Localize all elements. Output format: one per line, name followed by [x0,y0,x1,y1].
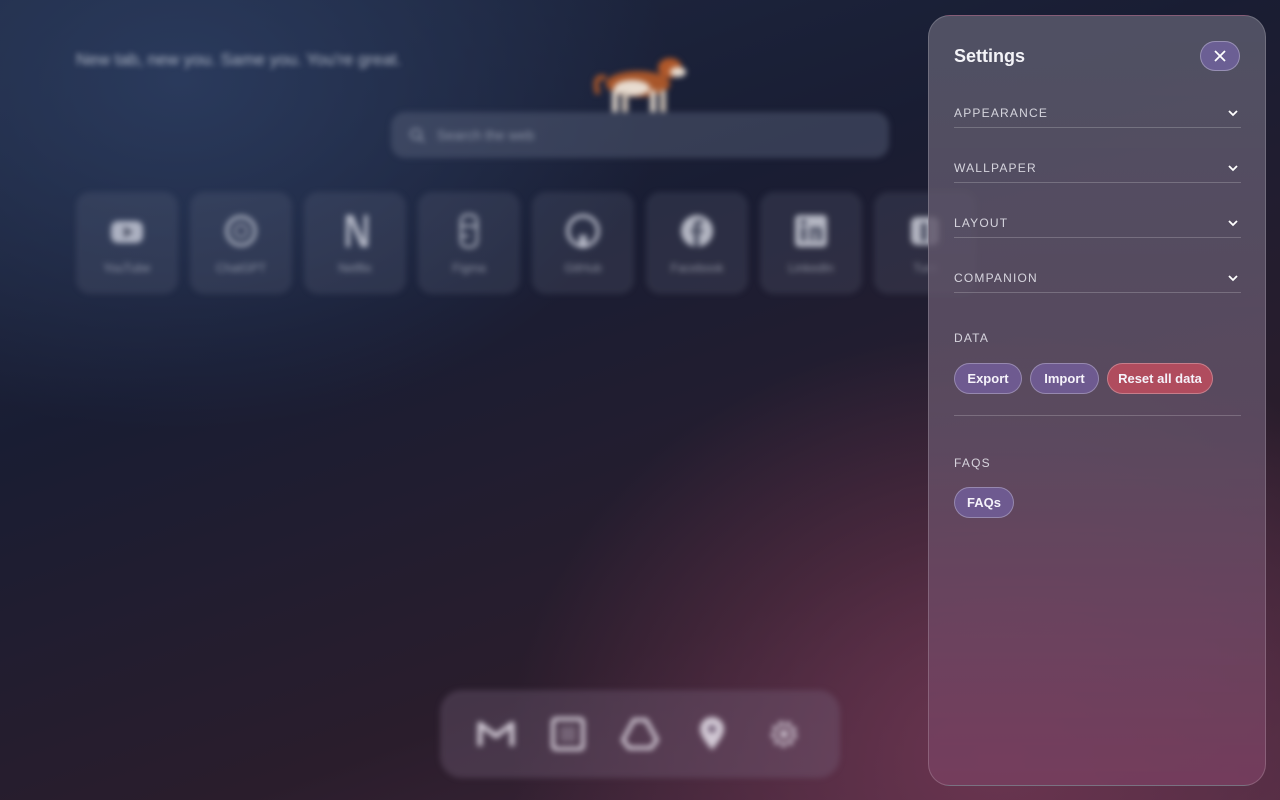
shortcut-github[interactable]: GitHub [532,192,634,294]
chatgpt-icon [225,215,257,247]
github-icon [566,214,600,248]
section-appearance[interactable]: APPEARANCE [954,98,1241,128]
section-companion[interactable]: COMPANION [954,263,1241,293]
search-placeholder: Search the web [437,127,535,143]
shortcut-label: LinkedIn [788,261,834,275]
close-settings-button[interactable] [1200,41,1240,71]
settings-icon[interactable] [764,714,804,754]
chevron-down-icon [1228,219,1238,226]
import-button[interactable]: Import [1030,363,1099,394]
shortcut-linkedin[interactable]: LinkedIn [760,192,862,294]
shortcut-label: ChatGPT [215,261,266,275]
linkedin-icon [795,215,827,247]
settings-title: Settings [954,46,1026,66]
section-layout[interactable]: LAYOUT [954,208,1241,238]
section-label: COMPANION [954,270,1038,285]
divider [954,415,1241,416]
youtube-icon [111,221,143,243]
section-wallpaper[interactable]: WALLPAPER [954,153,1241,183]
shortcut-label: GitHub [564,261,602,275]
facebook-icon [681,215,713,247]
drive-icon[interactable] [620,714,660,754]
chevron-down-icon [1228,109,1238,116]
shortcut-label: Facebook [670,261,724,275]
faqs-heading: FAQS [954,456,991,470]
shortcut-label: Figma [452,261,486,275]
section-label: WALLPAPER [954,160,1037,175]
chevron-down-icon [1228,164,1238,171]
tagline: New tab, new you. Same you. You're great… [76,50,402,69]
data-heading: DATA [954,331,990,345]
shortcut-label: YouTube [103,261,151,275]
search-bar[interactable]: Search the web [391,112,889,158]
figma-icon [459,213,479,249]
chevron-down-icon [1228,274,1238,281]
settings-panel: Settings APPEARANCE WALLPAPER LAYOUT COM… [928,15,1266,786]
app-dock [440,690,840,778]
shortcut-youtube[interactable]: YouTube [76,192,178,294]
gmail-icon[interactable] [476,714,516,754]
section-label: LAYOUT [954,215,1009,230]
shortcut-figma[interactable]: Figma [418,192,520,294]
shortcut-label: Netflix [338,261,372,275]
search-icon [410,128,425,143]
maps-icon[interactable] [692,714,732,754]
export-button[interactable]: Export [954,363,1022,394]
faqs-button[interactable]: FAQs [954,487,1014,518]
section-label: APPEARANCE [954,105,1049,120]
netflix-icon [346,215,368,247]
companion-dog-icon [593,58,686,112]
notion-icon[interactable] [548,714,588,754]
reset-all-data-button[interactable]: Reset all data [1107,363,1213,394]
shortcut-chatgpt[interactable]: ChatGPT [190,192,292,294]
shortcut-netflix[interactable]: Netflix [304,192,406,294]
close-icon [1214,50,1226,62]
shortcut-facebook[interactable]: Facebook [646,192,748,294]
shortcut-grid: YouTube ChatGPT Netflix Figma GitHub Fac… [76,192,976,294]
